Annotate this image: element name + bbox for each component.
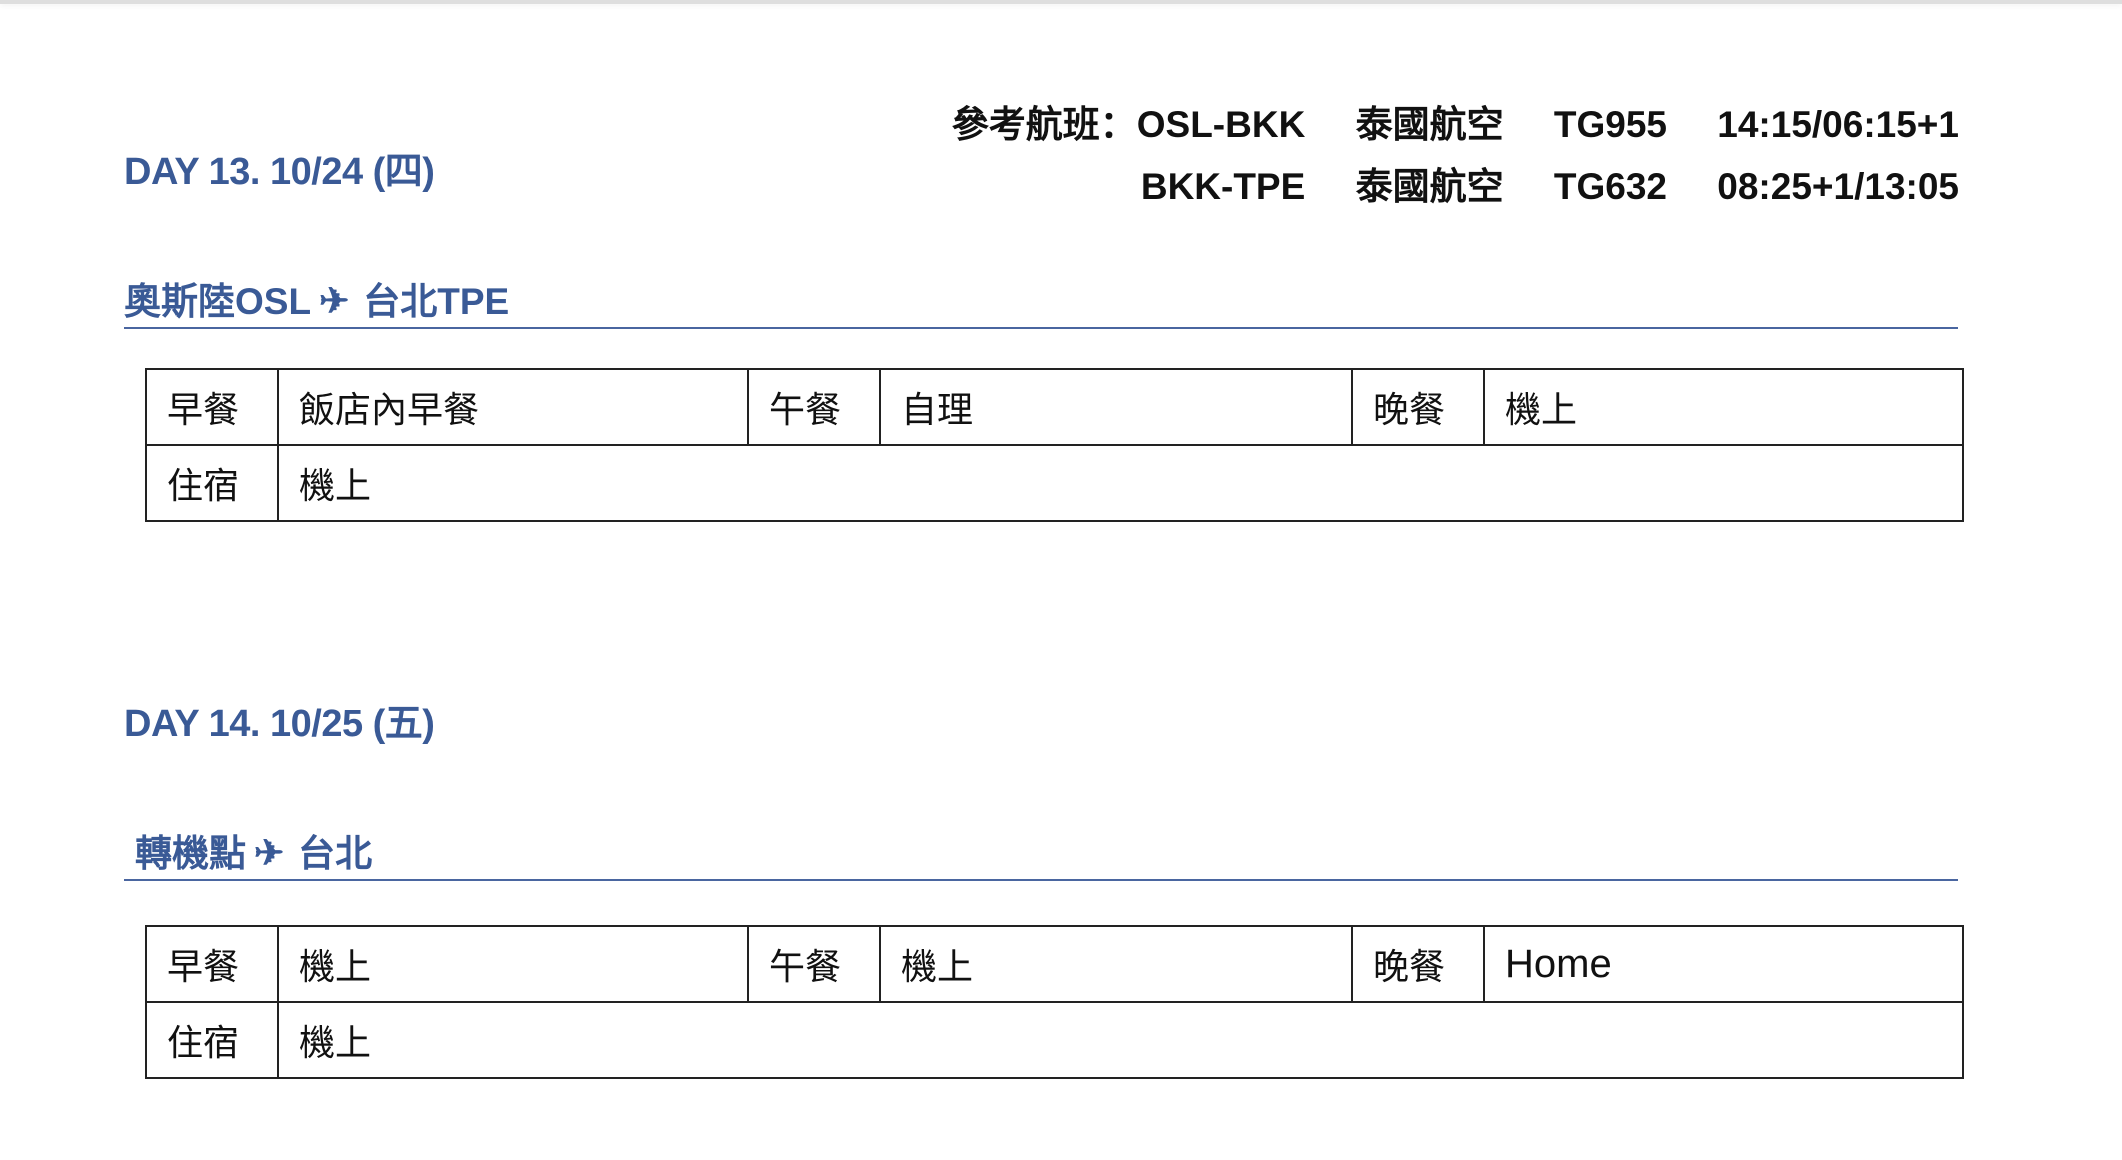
flight-route: OSL-BKK [1136,104,1306,145]
breakfast-label: 早餐 [145,368,279,446]
dinner-label: 晚餐 [1351,925,1485,1003]
breakfast-value: 機上 [277,925,749,1003]
route-to: 台北 [298,833,373,874]
table-row: 住宿 機上 [145,444,1964,522]
lunch-value: 自理 [879,368,1353,446]
lodging-label: 住宿 [145,1001,279,1079]
dinner-value: Home [1483,925,1964,1003]
flight-route: BKK-TPE [1140,166,1306,207]
flight-label: 參考航班： [951,104,1137,145]
flight-airline: 泰國航空 [1355,104,1504,145]
route-to: 台北TPE [363,281,510,322]
table-row: 早餐 機上 午餐 機上 晚餐 Home [145,925,1964,1003]
lodging-value: 機上 [277,1001,1964,1079]
lunch-value: 機上 [879,925,1353,1003]
window-top-edge [0,0,2122,4]
airplane-icon: ✈ [254,832,285,873]
flight-number: TG955 [1553,104,1667,145]
flight-time: 14:15/06:15+1 [1717,104,1959,145]
lodging-value: 機上 [277,444,1964,522]
flight-number: TG632 [1553,166,1667,207]
route-from: 轉機點 [135,833,246,874]
breakfast-label: 早餐 [145,925,279,1003]
lodging-label: 住宿 [145,444,279,522]
flight-airline: 泰國航空 [1355,166,1504,207]
day-14-meals-table: 早餐 機上 午餐 機上 晚餐 Home 住宿 機上 [145,925,1964,1079]
airplane-icon: ✈ [319,280,350,321]
day-13-route-heading: 奧斯陸OSL ✈ 台北TPE [124,278,1958,329]
day-13-heading: DAY 13. 10/24 (四) [124,151,435,193]
flight-line-1: 參考航班：OSL-BKK 泰國航空 TG955 14:15/06:15+1 [952,94,1959,156]
reference-flights: 參考航班：OSL-BKK 泰國航空 TG955 14:15/06:15+1 BK… [952,94,1959,218]
lunch-label: 午餐 [747,368,881,446]
table-row: 住宿 機上 [145,1001,1964,1079]
dinner-label: 晚餐 [1351,368,1485,446]
flight-time: 08:25+1/13:05 [1717,166,1959,207]
day-14-heading: DAY 14. 10/25 (五) [124,703,435,745]
dinner-value: 機上 [1483,368,1964,446]
table-row: 早餐 飯店內早餐 午餐 自理 晚餐 機上 [145,368,1964,446]
route-from: 奧斯陸OSL [124,281,312,322]
day-13-meals-table: 早餐 飯店內早餐 午餐 自理 晚餐 機上 住宿 機上 [145,368,1964,522]
breakfast-value: 飯店內早餐 [277,368,749,446]
day-14-route-heading: 轉機點 ✈ 台北 [124,830,1958,881]
flight-line-2: BKK-TPE 泰國航空 TG632 08:25+1/13:05 [952,156,1959,218]
lunch-label: 午餐 [747,925,881,1003]
